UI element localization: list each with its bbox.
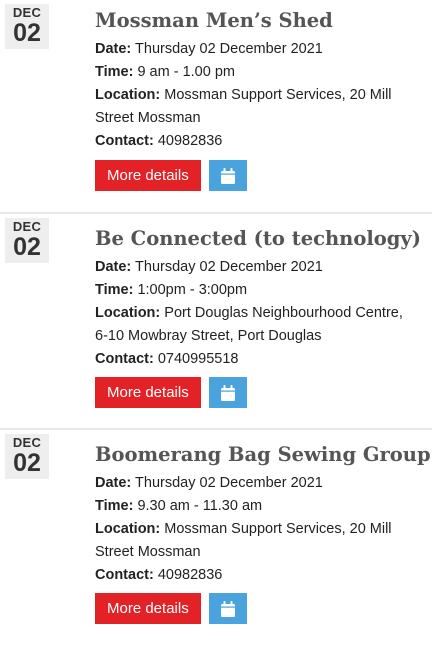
event-title[interactable]: Boomerang Bag Sewing Group [95,442,431,472]
more-details-button[interactable]: More details [95,593,201,624]
time-label: Time: [95,498,134,514]
event-date: Thursday 02 December 2021 [135,41,323,57]
event-item: DEC 02 Boomerang Bag Sewing Group Date: … [0,428,432,646]
event-location-line1: Port Douglas Neighbourhood Centre, [164,305,403,321]
date-month: DEC [12,435,42,450]
date-month: DEC [12,219,42,234]
calendar-icon [220,600,235,617]
date-label: Date: [95,259,132,275]
event-date-row: Date: Thursday 02 December 2021 [95,38,428,61]
event-title[interactable]: Be Connected (to technology) [95,226,428,256]
event-location-row: Location: Mossman Support Services, 20 M… [95,518,428,541]
event-date-row: Date: Thursday 02 December 2021 [95,472,428,495]
event-location-line1: Mossman Support Services, 20 Mill [164,87,392,103]
time-label: Time: [95,64,134,80]
calendar-icon [220,384,235,401]
event-time: 1:00pm - 3:00pm [137,282,248,298]
event-contact: 0740995518 [157,351,239,367]
date-label: Date: [95,475,132,491]
event-item: DEC 02 Mossman Men’s Shed Date: Thursday… [0,0,432,216]
event-contact: 40982836 [157,567,223,583]
contact-label: Contact: [95,567,154,583]
event-time-row: Time: 9.30 am - 11.30 am [95,495,428,518]
date-label: Date: [95,41,132,57]
event-actions: More details [95,377,247,408]
event-date-row: Date: Thursday 02 December 2021 [95,256,428,279]
event-date: Thursday 02 December 2021 [135,475,323,491]
add-to-calendar-button[interactable] [208,593,247,624]
event-actions: More details [95,160,247,191]
location-label: Location: [95,521,161,537]
event-location-line2: Street Mossman [95,544,201,560]
date-month: DEC [12,5,42,20]
event-time-row: Time: 1:00pm - 3:00pm [95,279,428,302]
more-details-button[interactable]: More details [95,377,201,408]
event-title[interactable]: Mossman Men’s Shed [95,8,428,38]
add-to-calendar-button[interactable] [208,160,247,191]
event-time-row: Time: 9 am - 1.00 pm [95,61,428,84]
event-time: 9 am - 1.00 pm [137,64,235,80]
event-location-row: Location: Mossman Support Services, 20 M… [95,84,428,107]
location-label: Location: [95,305,161,321]
date-day: 02 [13,449,41,477]
event-contact: 40982836 [157,133,223,149]
event-location-line2: Street Mossman [95,110,201,126]
event-contact-row: Contact: 0740995518 [95,348,428,371]
event-item: DEC 02 Be Connected (to technology) Date… [0,212,432,430]
add-to-calendar-button[interactable] [208,377,247,408]
event-date: Thursday 02 December 2021 [135,259,323,275]
location-label: Location: [95,87,161,103]
date-day: 02 [13,19,41,47]
date-day: 02 [13,233,41,261]
event-contact-row: Contact: 40982836 [95,130,428,153]
event-details: Mossman Men’s Shed Date: Thursday 02 Dec… [95,8,428,153]
event-actions: More details [95,593,247,624]
event-location-row: Location: Port Douglas Neighbourhood Cen… [95,302,428,325]
event-contact-row: Contact: 40982836 [95,564,428,587]
date-badge: DEC 02 [5,4,49,49]
contact-label: Contact: [95,133,154,149]
date-badge: DEC 02 [5,434,49,479]
date-badge: DEC 02 [5,218,49,263]
calendar-icon [220,167,235,184]
event-time: 9.30 am - 11.30 am [137,498,263,514]
contact-label: Contact: [95,351,154,367]
time-label: Time: [95,282,134,298]
event-details: Boomerang Bag Sewing Group Date: Thursda… [95,442,431,587]
event-location-line2: 6-10 Mowbray Street, Port Douglas [95,328,322,344]
event-details: Be Connected (to technology) Date: Thurs… [95,226,428,371]
event-location-line1: Mossman Support Services, 20 Mill [164,521,392,537]
more-details-button[interactable]: More details [95,160,201,191]
